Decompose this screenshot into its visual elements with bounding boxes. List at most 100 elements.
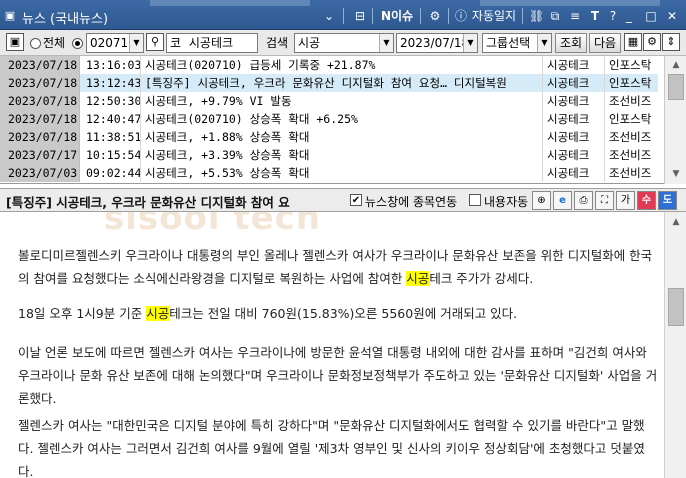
news-headline: 시공테크, +9.79% VI 발동 xyxy=(140,92,542,110)
gear-icon[interactable]: ⚙ xyxy=(643,33,661,51)
news-stock: 시공테크 xyxy=(542,128,604,146)
code-prefix: 코 xyxy=(170,36,182,50)
news-row[interactable]: 2023/07/18 12:50:30 시공테크, +9.79% VI 발동 시공테크… xyxy=(0,92,658,110)
search-toolbar: ▣ 전체 020710 ▼ ⚲ 코 시공테크 검색 시공 ▼ 2023/07/1… xyxy=(0,30,686,56)
news-date: 2023/07/18 xyxy=(0,56,80,74)
radio-all[interactable] xyxy=(30,38,41,49)
ghost-tab-strip-right xyxy=(480,0,660,6)
sell-button[interactable]: 도 xyxy=(658,191,677,210)
menu-icon[interactable]: ▣ xyxy=(6,33,24,51)
info-icon: ⓘ xyxy=(454,9,467,23)
date-value: 2023/07/18 xyxy=(400,36,470,50)
watermark-logo: sisool tech xyxy=(104,212,322,238)
radio-stock[interactable] xyxy=(72,38,83,49)
news-time: 09:02:44 xyxy=(86,166,140,180)
news-date: 2023/07/18 xyxy=(0,128,80,146)
scroll-thumb[interactable] xyxy=(668,288,684,326)
news-time: 12:40:47 xyxy=(86,112,140,126)
text-tool-button[interactable]: T xyxy=(588,8,602,24)
news-row[interactable]: 2023/07/18 11:38:51 시공테크, +1.88% 상승폭 확대 시공테… xyxy=(0,128,658,146)
next-button[interactable]: 다음 xyxy=(589,33,621,53)
chevron-down-icon[interactable]: ▼ xyxy=(129,34,143,52)
news-row[interactable]: 2023/07/17 10:15:54 시공테크, +3.39% 상승폭 확대 시공테… xyxy=(0,146,658,164)
font-size-button[interactable]: 가 xyxy=(616,191,635,210)
text: 볼로디미르젤렌스키 우크라이나 대통령의 부인 올레나 젤렌스카 여사가 우크라… xyxy=(18,248,653,286)
scroll-up-icon[interactable]: ▲ xyxy=(667,214,685,230)
query-button[interactable]: 조회 xyxy=(555,33,587,53)
list-icon[interactable]: ≡ xyxy=(568,8,582,24)
highlight: 시공 xyxy=(406,271,430,286)
chevron-down-icon[interactable]: ▼ xyxy=(537,34,551,52)
separator xyxy=(522,8,523,24)
stock-name-field[interactable]: 코 시공테크 xyxy=(166,33,258,53)
chevron-down-icon[interactable]: ▼ xyxy=(379,34,393,52)
news-source: 인포스탁 xyxy=(604,110,658,128)
search-icon[interactable]: ⚲ xyxy=(146,33,164,51)
auto-log-button[interactable]: 자동일지 xyxy=(470,8,518,24)
keyword-input[interactable]: 시공 ▼ xyxy=(294,33,394,53)
title-bar: ▣ 뉴스 (국내뉴스) ⌄ ⊟ N이슈 ⚙ ⓘ 자동일지 ⛓ ⧉ ≡ T ? _… xyxy=(0,0,686,30)
news-time: 10:15:54 xyxy=(86,148,140,162)
stock-name-value: 시공테크 xyxy=(188,36,234,50)
news-headline: 시공테크(020710) 상승폭 확대 +6.25% xyxy=(140,110,542,128)
settings-icon[interactable]: ⚙ xyxy=(426,8,444,24)
news-stock: 시공테크 xyxy=(542,110,604,128)
news-date: 2023/07/18 xyxy=(0,74,80,92)
scroll-up-icon[interactable]: ▲ xyxy=(667,57,685,73)
link-icon[interactable]: ⛓ xyxy=(529,8,544,24)
panel-icon[interactable]: ⊟ xyxy=(352,8,368,24)
fit-icon[interactable]: ⛶ xyxy=(595,191,614,210)
user-content-checkbox[interactable] xyxy=(469,194,481,206)
article-body: sisool tech 볼로디미르젤렌스키 우크라이나 대통령의 부인 올레나 … xyxy=(0,212,664,478)
news-stock: 시공테크 xyxy=(542,56,604,74)
scroll-down-icon[interactable]: ▼ xyxy=(667,166,685,182)
browser-icon[interactable]: e xyxy=(553,191,572,210)
news-row[interactable]: 2023/07/03 09:02:44 시공테크, +5.53% 상승폭 확대 시공테… xyxy=(0,164,658,182)
minimize-button[interactable]: _ xyxy=(622,8,636,24)
news-link-checkbox[interactable]: ✔ xyxy=(350,194,362,206)
article-paragraph-4: 젤렌스카 여사는 "대한민국은 디지털 분야에 특히 강하다"며 "문화유산 디… xyxy=(18,418,645,478)
separator xyxy=(420,8,421,24)
zoom-icon[interactable]: ⊕ xyxy=(532,191,551,210)
article-paragraph-1: 볼로디미르젤렌스키 우크라이나 대통령의 부인 올레나 젤렌스카 여사가 우크라… xyxy=(18,244,658,290)
news-date: 2023/07/18 xyxy=(0,92,80,110)
grid-icon[interactable]: ▦ xyxy=(624,33,642,51)
stock-code-input[interactable]: 020710 ▼ xyxy=(86,33,144,53)
chevron-down-icon[interactable]: ⌄ xyxy=(322,8,336,24)
keyword-value: 시공 xyxy=(298,36,321,50)
user-content-label: 내용자동 xyxy=(484,195,529,209)
article-scrollbar[interactable]: ▲ xyxy=(664,212,686,478)
window-icon[interactable]: ⧉ xyxy=(548,8,562,24)
news-time: 11:38:51 xyxy=(86,130,140,144)
news-stock: 시공테크 xyxy=(542,146,604,164)
news-row[interactable]: 2023/07/18 13:12:43 [특징주] 시공테크, 우크라 문화유산 디… xyxy=(0,74,658,92)
news-row[interactable]: 2023/07/18 13:16:03 시공테크(020710) 급등세 기록중 +… xyxy=(0,56,658,74)
search-label: 검색 xyxy=(266,36,289,50)
news-headline: 시공테크(020710) 급등세 기록중 +21.87% xyxy=(140,56,542,74)
highlight: 시공 xyxy=(146,306,170,321)
date-input[interactable]: 2023/07/18 ▼ xyxy=(396,33,478,53)
separator xyxy=(448,8,449,24)
news-date: 2023/07/18 xyxy=(0,110,80,128)
article-paragraph-3: 이날 언론 보도에 따르면 젤렌스카 여사는 우크라이나에 방문한 윤석열 대통… xyxy=(18,345,658,406)
expand-icon[interactable]: ⇕ xyxy=(662,33,680,51)
news-row[interactable]: 2023/07/18 12:40:47 시공테크(020710) 상승폭 확대 +6… xyxy=(0,110,658,128)
separator xyxy=(343,8,344,24)
help-icon[interactable]: ? xyxy=(606,8,620,24)
text: 테크는 전일 대비 760원(15.83%)오른 5560원에 거래되고 있다. xyxy=(169,306,518,321)
chevron-down-icon[interactable]: ▼ xyxy=(463,34,477,52)
group-select-value: 그룹선택 xyxy=(486,36,531,50)
news-headline: 시공테크, +1.88% 상승폭 확대 xyxy=(140,128,542,146)
maximize-button[interactable]: □ xyxy=(644,8,658,24)
close-button[interactable]: ✕ xyxy=(664,8,680,24)
scroll-thumb[interactable] xyxy=(668,74,684,100)
buy-button[interactable]: 수 xyxy=(637,191,656,210)
news-stock: 시공테크 xyxy=(542,92,604,110)
article-title: [특징주] 시공테크, 우크라 문화유산 디지털화 참여 요 xyxy=(6,195,290,210)
list-scrollbar[interactable]: ▲ ▼ xyxy=(664,56,686,184)
news-time: 13:16:03 xyxy=(86,58,140,72)
group-select[interactable]: 그룹선택 ▼ xyxy=(482,33,552,53)
news-stock: 시공테크 xyxy=(542,74,604,92)
n-issue-button[interactable]: N이슈 xyxy=(378,8,416,24)
print-icon[interactable]: ⎙ xyxy=(574,191,593,210)
